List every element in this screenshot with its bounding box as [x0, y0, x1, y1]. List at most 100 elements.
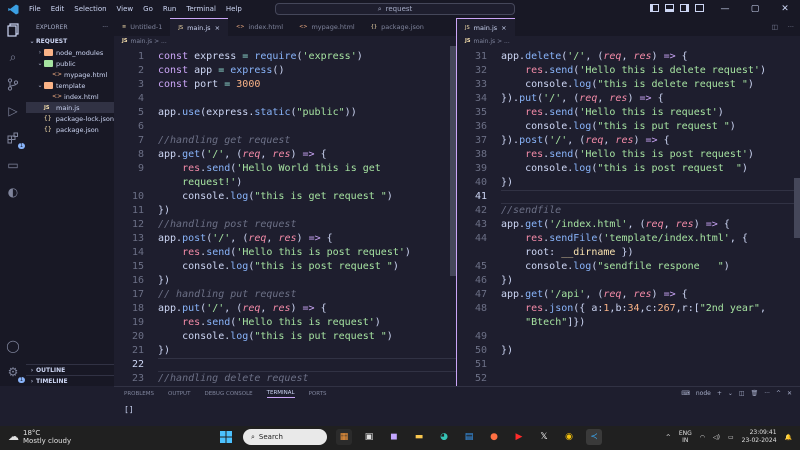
code-token: =>	[663, 289, 682, 300]
folder-root[interactable]: ⌄ REQUEST	[26, 36, 114, 47]
timeline-section[interactable]: › TIMELINE	[26, 375, 114, 386]
maximize-icon[interactable]: ▢	[740, 0, 770, 18]
outline-section[interactable]: › OUTLINE	[26, 364, 114, 375]
tree-item[interactable]: ⌄ template	[26, 80, 114, 91]
panel-tab[interactable]: PROBLEMS	[124, 391, 154, 397]
menu-item[interactable]: File	[24, 5, 46, 13]
scrollbar[interactable]	[794, 178, 800, 238]
manage-gear-icon[interactable]: ⚙ 1	[5, 364, 25, 383]
extensions-icon[interactable]: 1	[5, 130, 25, 149]
tree-item[interactable]: › node_modules	[26, 47, 114, 58]
edge-icon[interactable]: ◕	[436, 429, 452, 445]
menu-item[interactable]: Selection	[69, 5, 111, 13]
code-editor-left[interactable]: 1 const express = require('express') 2 cons…	[114, 46, 456, 386]
panel-tab[interactable]: TERMINAL	[266, 390, 295, 398]
new-terminal-icon[interactable]: +	[717, 390, 722, 397]
menu-item[interactable]: Edit	[46, 5, 70, 13]
tree-item-label: package-lock.json	[55, 114, 114, 123]
menu-item[interactable]: View	[112, 5, 139, 13]
tree-item[interactable]: ⌄ public	[26, 58, 114, 69]
tree-item[interactable]: {} package.json	[26, 124, 114, 135]
code-token: )	[651, 289, 664, 300]
more-actions-icon[interactable]: ···	[102, 24, 108, 31]
start-icon[interactable]	[218, 429, 234, 445]
split-editor-icon[interactable]: ◫	[768, 23, 782, 31]
editor-tab[interactable]: <> index.html	[228, 18, 291, 36]
language-indicator[interactable]: ENG IN	[679, 430, 692, 444]
breadcrumb[interactable]: JS main.js > ...	[114, 36, 456, 46]
tree-item-label: node_modules	[56, 48, 104, 57]
file-explorer-icon[interactable]: ▬	[411, 429, 427, 445]
trash-icon[interactable]: 🗑	[751, 390, 759, 397]
colorful-app-icon[interactable]: ▦	[336, 429, 352, 445]
panel-tab[interactable]: PORTS	[309, 391, 327, 397]
more-actions-icon[interactable]: ···	[764, 390, 770, 397]
terminal-cursor[interactable]: []	[124, 405, 134, 414]
taskbar-search[interactable]: ⌕ Search	[243, 429, 327, 445]
more-actions-icon[interactable]: ···	[782, 23, 800, 31]
code-line: res.sendFile('template/index.html', {	[501, 232, 748, 246]
chevron-up-icon[interactable]: ^	[666, 434, 671, 441]
tree-item[interactable]: <> index.html	[26, 91, 114, 102]
toggle-sidebar-icon[interactable]	[650, 4, 659, 12]
chrome-icon[interactable]: ◉	[561, 429, 577, 445]
editor-tab[interactable]: JS main.js ×	[170, 18, 229, 36]
minimize-icon[interactable]: —	[710, 0, 740, 18]
maximize-panel-icon[interactable]: ^	[776, 390, 781, 397]
source-control-icon[interactable]	[5, 76, 21, 92]
notification-bell-icon[interactable]: 🔔	[785, 434, 792, 441]
close-icon[interactable]: ×	[501, 24, 506, 32]
run-debug-icon[interactable]: ▷	[5, 103, 21, 119]
battery-icon[interactable]: ▭	[728, 434, 734, 441]
tree-item[interactable]: {} package-lock.json	[26, 113, 114, 124]
search-icon[interactable]: ⌕	[5, 49, 21, 65]
editor-tab[interactable]: <> mypage.html	[291, 18, 363, 36]
toggle-secondary-sidebar-icon[interactable]	[680, 4, 689, 12]
chevron-down-icon[interactable]: ⌄	[728, 390, 733, 397]
vscode-taskbar-icon[interactable]: ≺	[586, 429, 602, 445]
panel-tab[interactable]: DEBUG CONSOLE	[204, 391, 252, 397]
explorer-icon[interactable]	[5, 22, 21, 38]
clock[interactable]: 23:09:41 23-02-2024	[742, 429, 777, 445]
code-token: app.	[501, 51, 526, 62]
menu-item[interactable]: Terminal	[181, 5, 221, 13]
code-token: }).	[501, 135, 520, 146]
menu-item[interactable]: Help	[221, 5, 247, 13]
tree-item[interactable]: <> mypage.html	[26, 69, 114, 80]
youtube-icon[interactable]: ▶	[511, 429, 527, 445]
code-token: "this is put request "	[597, 121, 730, 132]
editor-tab[interactable]: ≡ Untitled-1	[114, 18, 170, 36]
line-number: 40	[474, 177, 487, 188]
weather-widget[interactable]: ☁ 18°C Mostly cloudy	[8, 429, 71, 445]
media-app-icon[interactable]: ●	[486, 429, 502, 445]
breadcrumb[interactable]: JS main.js > ...	[457, 36, 800, 46]
close-icon[interactable]: ✕	[770, 0, 800, 18]
close-icon[interactable]: ×	[215, 24, 220, 32]
line-number: 14	[131, 247, 144, 258]
language-code: ENG	[678, 430, 692, 437]
edge-devtools-icon[interactable]: ◐	[5, 184, 21, 200]
command-center[interactable]: ⌕ request	[275, 3, 515, 15]
wifi-icon[interactable]: ◠	[700, 434, 705, 441]
menu-item[interactable]: Run	[158, 5, 181, 13]
accounts-icon[interactable]: ◯	[5, 338, 21, 354]
close-panel-icon[interactable]: ✕	[787, 390, 792, 397]
code-line: app.use(express.static("public"))	[158, 106, 357, 120]
volume-icon[interactable]: ◁)	[713, 434, 720, 441]
editor-tab[interactable]: {} package.json	[363, 18, 432, 36]
code-editor-right[interactable]: 31 app.delete('/', (req, res) => {32 res.…	[457, 46, 800, 386]
meet-icon[interactable]: ◼	[386, 429, 402, 445]
toggle-panel-icon[interactable]	[665, 4, 674, 12]
code-token: get	[525, 289, 544, 300]
customize-layout-icon[interactable]	[695, 4, 704, 12]
split-terminal-icon[interactable]: ◫	[739, 390, 745, 397]
editor-tab[interactable]: JS main.js ×	[457, 18, 515, 36]
store-icon[interactable]: ▤	[461, 429, 477, 445]
menu-item[interactable]: Go	[138, 5, 158, 13]
x-icon[interactable]: 𝕏	[536, 429, 552, 445]
remote-explorer-icon[interactable]: ▭	[5, 157, 21, 173]
panel-tab[interactable]: OUTPUT	[168, 391, 190, 397]
terminal-shell-label[interactable]: node	[696, 390, 711, 397]
tree-item[interactable]: JS main.js	[26, 102, 114, 113]
task-view-icon[interactable]: ▣	[361, 429, 377, 445]
